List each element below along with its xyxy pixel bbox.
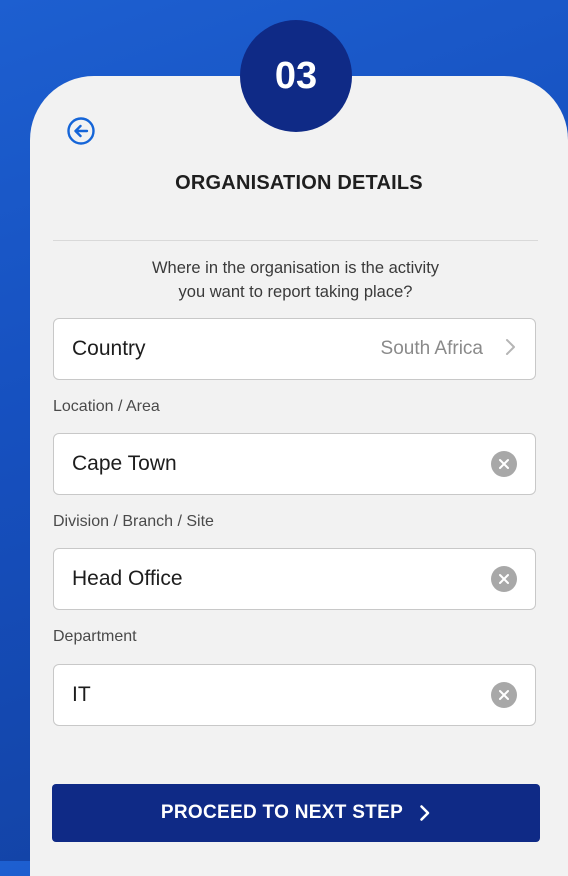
division-label: Division / Branch / Site: [53, 513, 214, 530]
question-text: Where in the organisation is the activit…: [53, 256, 538, 304]
division-input[interactable]: [72, 567, 491, 591]
proceed-button[interactable]: PROCEED TO NEXT STEP: [52, 784, 540, 842]
location-input[interactable]: [72, 452, 491, 476]
back-button[interactable]: [64, 114, 98, 148]
country-selector[interactable]: Country South Africa: [53, 318, 536, 380]
proceed-label: PROCEED TO NEXT STEP: [160, 802, 404, 823]
chevron-right-icon: [505, 336, 517, 362]
country-label: Country: [72, 337, 146, 360]
clear-icon[interactable]: [491, 566, 517, 592]
location-label: Location / Area: [53, 398, 160, 415]
division-field-container: [53, 548, 536, 610]
question-line-2: you want to report taking place?: [178, 283, 413, 301]
location-field-container: [53, 433, 536, 495]
clear-icon[interactable]: [491, 682, 517, 708]
divider: [53, 240, 538, 241]
department-input[interactable]: [72, 683, 491, 707]
back-arrow-icon: [67, 117, 95, 145]
department-label: Department: [53, 628, 137, 645]
country-value: South Africa: [380, 338, 483, 359]
clear-icon[interactable]: [491, 451, 517, 477]
step-number: 03: [274, 54, 318, 97]
chevron-right-icon: [419, 804, 431, 822]
department-field-container: [53, 664, 536, 726]
page-title: ORGANISATION DETAILS: [175, 172, 423, 194]
question-line-1: Where in the organisation is the activit…: [151, 259, 440, 277]
step-badge: 03: [240, 20, 352, 132]
